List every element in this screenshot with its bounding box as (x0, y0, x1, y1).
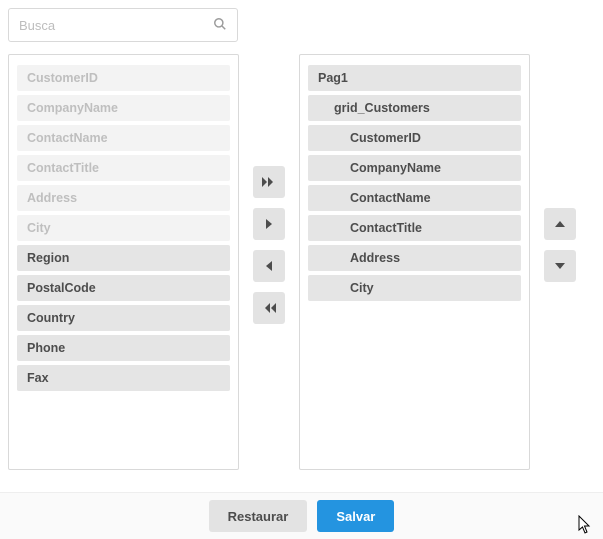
available-field-item: ContactName (17, 125, 230, 151)
search-input[interactable] (19, 18, 213, 33)
save-button[interactable]: Salvar (317, 500, 394, 532)
available-field-item[interactable]: Phone (17, 335, 230, 361)
restore-button[interactable]: Restaurar (209, 500, 308, 532)
available-field-item: City (17, 215, 230, 241)
available-field-item: Address (17, 185, 230, 211)
reorder-buttons (544, 208, 576, 282)
footer: Restaurar Salvar (0, 492, 603, 539)
selected-fields-panel: Pag1 grid_Customers CustomerID CompanyName C… (299, 54, 530, 470)
selected-field-item[interactable]: Address (308, 245, 521, 271)
selected-field-item[interactable]: ContactTitle (308, 215, 521, 241)
search-box[interactable] (8, 8, 238, 42)
move-up-button[interactable] (544, 208, 576, 240)
selected-field-item[interactable]: City (308, 275, 521, 301)
available-field-item: CustomerID (17, 65, 230, 91)
add-all-button[interactable] (253, 166, 285, 198)
selected-field-item[interactable]: Pag1 (308, 65, 521, 91)
selected-field-item[interactable]: grid_Customers (308, 95, 521, 121)
transfer-buttons (253, 166, 285, 324)
search-icon (213, 17, 227, 34)
available-fields-panel: CustomerID CompanyName ContactName ContactT… (8, 54, 239, 470)
available-field-item[interactable]: PostalCode (17, 275, 230, 301)
available-field-item: ContactTitle (17, 155, 230, 181)
available-field-item[interactable]: Region (17, 245, 230, 271)
add-button[interactable] (253, 208, 285, 240)
available-field-item[interactable]: Country (17, 305, 230, 331)
selected-field-item[interactable]: CustomerID (308, 125, 521, 151)
selected-field-item[interactable]: ContactName (308, 185, 521, 211)
available-field-item[interactable]: Fax (17, 365, 230, 391)
available-field-item: CompanyName (17, 95, 230, 121)
move-down-button[interactable] (544, 250, 576, 282)
remove-button[interactable] (253, 250, 285, 282)
selected-field-item[interactable]: CompanyName (308, 155, 521, 181)
remove-all-button[interactable] (253, 292, 285, 324)
